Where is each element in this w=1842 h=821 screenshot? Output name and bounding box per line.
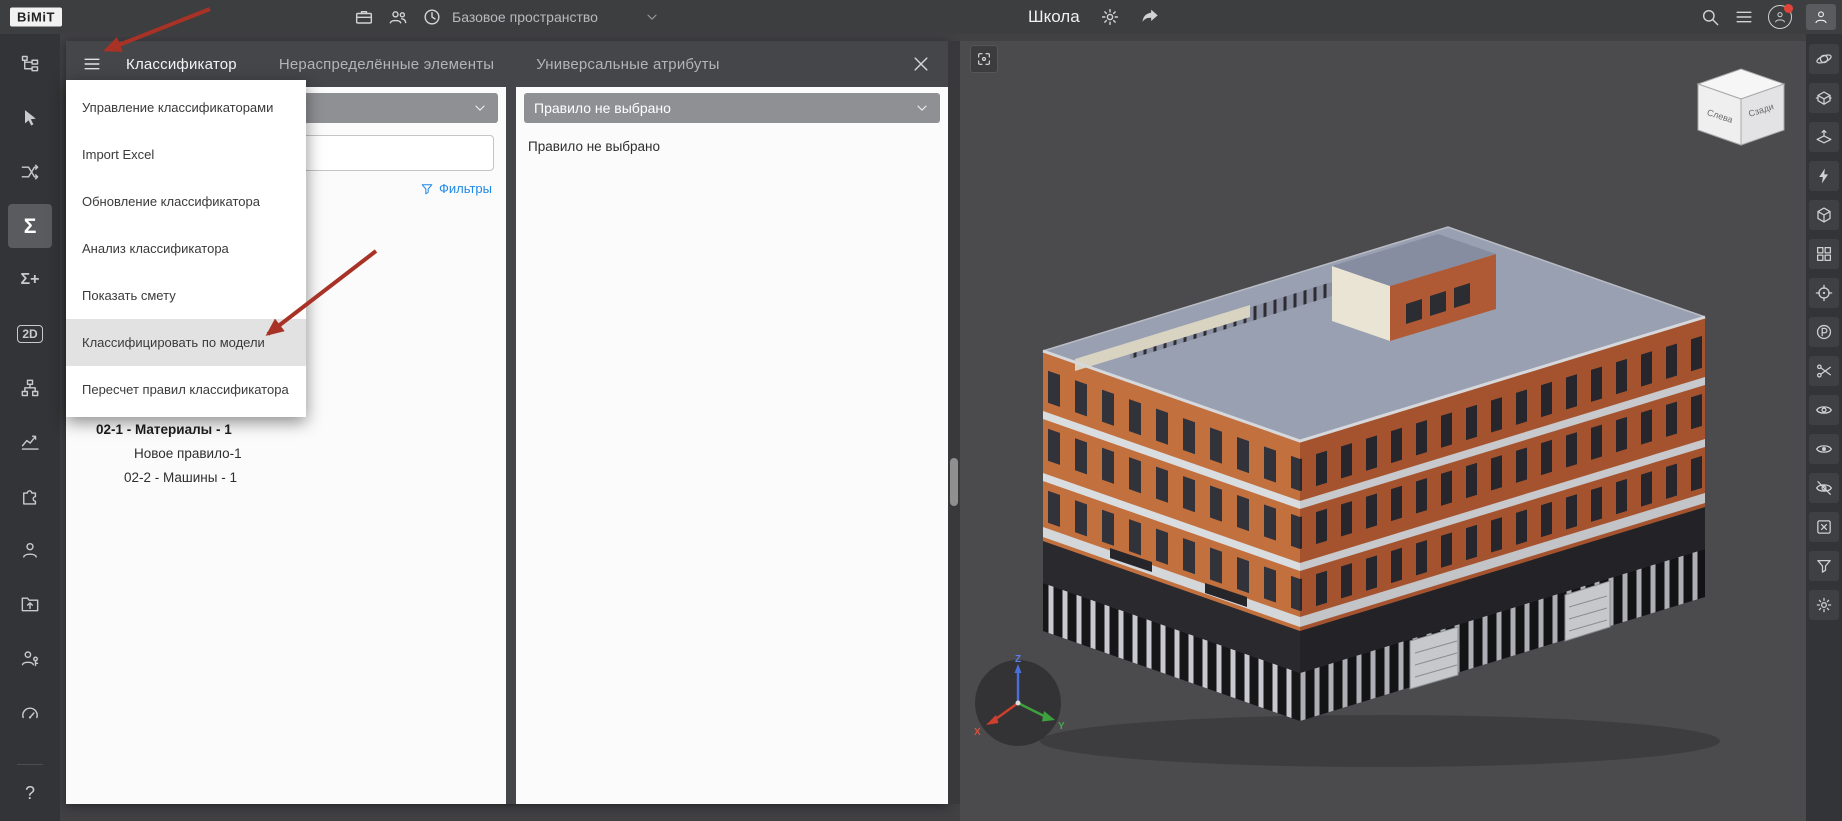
classifier-menu: Управление классификаторами Import Excel… [66,80,306,417]
tree-item-new-rule[interactable]: Новое правило-1 [66,441,506,465]
rule-select-value: Правило не выбрано [534,100,671,116]
viewport-3d[interactable]: Слева Сзади Z X Y [960,41,1806,821]
scrollbar-thumb[interactable] [950,458,958,506]
filters-link[interactable]: Фильтры [439,181,492,196]
select-tool-button[interactable] [8,96,52,140]
chevron-down-icon [914,100,930,116]
menu-list-icon[interactable] [1734,7,1754,27]
analytics-button[interactable] [8,420,52,464]
hide-selected-button[interactable] [1809,473,1839,503]
focus-selected-button[interactable] [1809,278,1839,308]
classifier-button[interactable]: Σ [8,204,52,248]
topbar: BiMiT Базовое пространство Школа [0,0,1842,34]
panel-scrollbar [948,41,960,804]
navigation-cube[interactable]: Слева Сзади [1686,63,1796,163]
menu-item-manage-classifiers[interactable]: Управление классификаторами [66,84,306,131]
workspace-select-value: Базовое пространство [452,9,598,25]
left-toolbar: Σ Σ+ 2D ? [0,34,60,821]
history-icon[interactable] [422,7,442,27]
cut-button[interactable] [1809,356,1839,386]
show-selected-button[interactable] [1809,434,1839,464]
viewports-grid-button[interactable] [1809,239,1839,269]
clear-selection-button[interactable] [1809,512,1839,542]
notifications-avatar[interactable] [1768,4,1793,29]
rule-empty-text: Правило не выбрано [528,139,661,154]
search-icon[interactable] [1700,7,1720,27]
topbar-tools [354,0,442,34]
tree-item-machines[interactable]: 02-2 - Машины - 1 [66,465,506,489]
toolbar-divider [17,764,43,765]
axis-gizmo[interactable]: Z X Y [966,651,1070,755]
clip-plane-button[interactable] [1809,122,1839,152]
rule-pane: Правило не выбрано Правило не выбрано [516,87,948,804]
notification-badge [1784,4,1793,13]
menu-item-analyze-classifier[interactable]: Анализ классификатора [66,225,306,272]
focus-button[interactable] [970,45,998,73]
gizmo-x-label: X [974,727,981,738]
clash-button[interactable] [8,150,52,194]
access-button[interactable] [8,636,52,680]
gizmo-y-label: Y [1058,721,1065,732]
menu-item-update-classifier[interactable]: Обновление классификатора [66,178,306,225]
classifier-plus-button[interactable]: Σ+ [8,258,52,302]
project-title-group: Школа [1028,0,1160,34]
orbit-button[interactable] [1809,44,1839,74]
menu-item-classify-by-model[interactable]: Классифицировать по модели [66,319,306,366]
export-button[interactable] [8,582,52,626]
tab-unallocated-elements[interactable]: Нераспределённые элементы [279,56,494,73]
panel-menu-button[interactable] [74,46,110,82]
menu-item-recalculate-rules[interactable]: Пересчет правил классификатора [66,366,306,413]
show-all-button[interactable] [1809,395,1839,425]
gizmo-z-label: Z [1015,654,1021,665]
right-toolbar [1806,34,1842,821]
tree-item-materials[interactable]: 02-1 - Материалы - 1 [66,417,506,441]
cube-view-button[interactable] [1809,200,1839,230]
help-button[interactable]: ? [12,775,48,811]
dashboard-button[interactable] [8,690,52,734]
plugins-button[interactable] [8,474,52,518]
app-logo: BiMiT [10,7,62,27]
quick-section-button[interactable] [1809,161,1839,191]
visibility-filter-button[interactable] [1809,551,1839,581]
menu-item-import-excel[interactable]: Import Excel [66,131,306,178]
chevron-down-icon [644,9,660,25]
team-icon[interactable] [388,7,408,27]
structure-button[interactable] [8,366,52,410]
app-root: BiMiT Базовое пространство Школа Σ Σ+ 2D [0,0,1842,821]
drawings-2d-button[interactable]: 2D [8,312,52,356]
classifier-tree: 02-1 - Материалы - 1 Новое правило-1 02-… [66,417,506,489]
users-button[interactable] [8,528,52,572]
filter-funnel-icon [420,182,434,196]
plans-button[interactable] [1809,317,1839,347]
tab-universal-attributes[interactable]: Универсальные атрибуты [536,56,719,73]
share-icon[interactable] [1140,7,1160,27]
view-settings-button[interactable] [1809,590,1839,620]
workspace-select[interactable]: Базовое пространство [452,0,660,34]
settings-gear-icon[interactable] [1100,7,1120,27]
account-button[interactable] [1806,4,1836,30]
projects-icon[interactable] [354,7,374,27]
section-box-button[interactable] [1809,83,1839,113]
menu-item-show-estimate[interactable]: Показать смету [66,272,306,319]
project-title: Школа [1028,7,1080,26]
rule-select[interactable]: Правило не выбрано [524,93,940,123]
topbar-right [1700,0,1836,34]
close-panel-button[interactable] [906,49,936,79]
tab-classifier[interactable]: Классификатор [126,56,237,73]
panel-tabs: Классификатор Нераспределённые элементы … [126,56,720,73]
chevron-down-icon [472,100,488,116]
building-model [1040,226,1720,767]
model-tree-button[interactable] [8,42,52,86]
